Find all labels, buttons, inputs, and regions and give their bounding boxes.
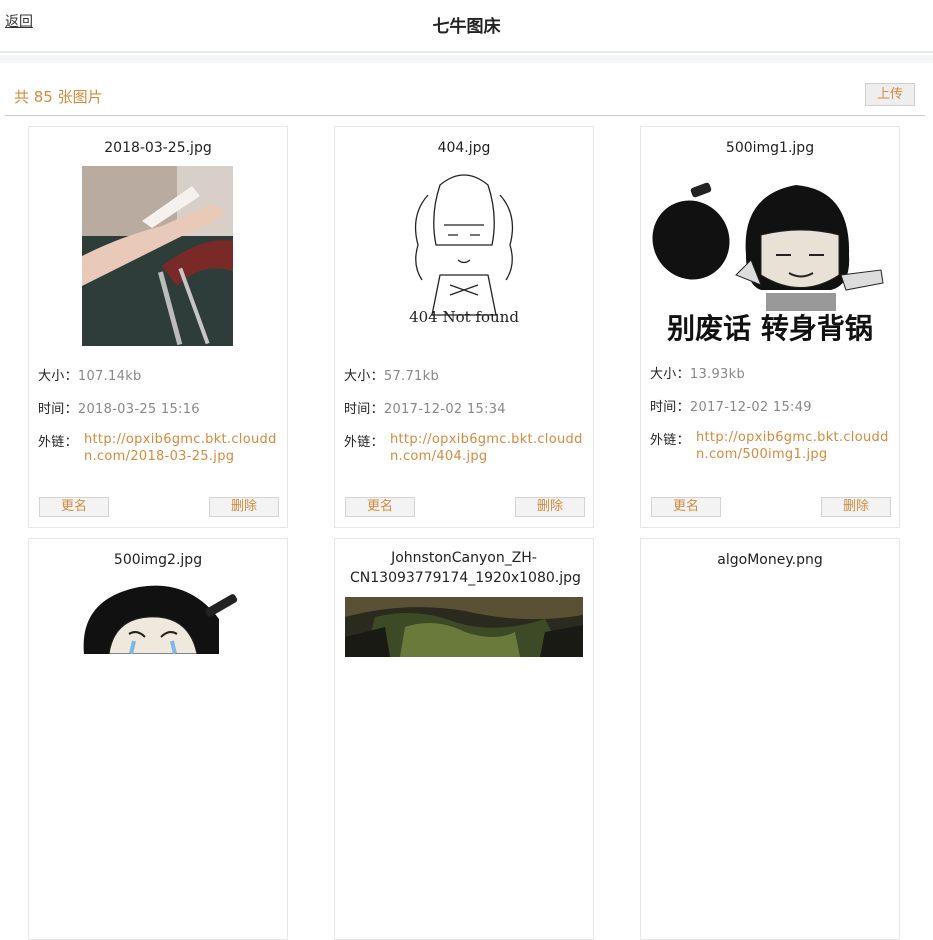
image-card: 404.jpg 404 Not found 大小：57.71kb 时间：2017… xyxy=(334,126,594,528)
image-card: algoMoney.png xyxy=(640,538,900,940)
time-label: 时间： xyxy=(38,402,78,417)
link-row: 外链： http://opxib6gmc.bkt.clouddn.com/500i… xyxy=(650,429,895,462)
image-filename: 404.jpg xyxy=(437,140,491,156)
link-label: 外链： xyxy=(38,435,78,450)
size-row: 大小：13.93kb xyxy=(650,363,745,382)
time-value: 2017-12-02 15:49 xyxy=(689,400,812,415)
image-card: 2018-03-25.jpg 大小：107.14kb 时间：2018-03-25… xyxy=(28,126,288,528)
external-link[interactable]: http://opxib6gmc.bkt.clouddn.com/404.jpg xyxy=(390,431,586,465)
time-value: 2018-03-25 15:16 xyxy=(77,402,200,417)
image-count: 共 85 张图片 xyxy=(14,88,103,106)
size-row: 大小：57.71kb xyxy=(344,365,439,384)
divider xyxy=(0,55,933,63)
top-bar: 返回 七牛图床 xyxy=(0,0,933,53)
image-filename: JohnstonCanyon_ZH-CN13093779174_1920x108… xyxy=(350,550,581,586)
size-value: 57.71kb xyxy=(383,369,440,384)
image-filename: 500img1.jpg xyxy=(725,140,815,156)
image-thumbnail[interactable] xyxy=(82,166,233,346)
size-value: 107.14kb xyxy=(77,369,142,384)
thumbnail-caption: 别废话 转身背锅 xyxy=(667,312,873,345)
thumbnail-caption: 404 Not found xyxy=(409,308,519,326)
link-label: 外链： xyxy=(650,433,690,448)
image-thumbnail[interactable]: 404 Not found xyxy=(400,165,528,337)
image-card: JohnstonCanyon_ZH-CN13093779174_1920x108… xyxy=(334,538,594,940)
link-label: 外链： xyxy=(344,435,384,450)
time-label: 时间： xyxy=(650,400,690,415)
rename-button[interactable]: 更名 xyxy=(345,497,415,517)
size-label: 大小： xyxy=(38,369,78,384)
link-row: 外链： http://opxib6gmc.bkt.clouddn.com/404.… xyxy=(344,431,589,464)
size-row: 大小：107.14kb xyxy=(38,365,142,384)
time-row: 时间：2017-12-02 15:34 xyxy=(344,398,506,417)
gallery-toolbar: 共 85 张图片 上传 xyxy=(5,63,925,116)
time-label: 时间： xyxy=(344,402,384,417)
image-filename: algoMoney.png xyxy=(717,552,823,568)
image-card: 500img2.jpg xyxy=(28,538,288,940)
time-value: 2017-12-02 15:34 xyxy=(383,402,506,417)
image-thumbnail[interactable] xyxy=(79,579,249,654)
image-filename: 500img2.jpg xyxy=(113,552,203,568)
image-thumbnail[interactable]: 别废话 转身背锅 xyxy=(651,165,889,347)
size-label: 大小： xyxy=(650,367,690,382)
upload-button[interactable]: 上传 xyxy=(865,83,915,106)
delete-button[interactable]: 删除 xyxy=(515,497,585,517)
external-link[interactable]: http://opxib6gmc.bkt.clouddn.com/500img1… xyxy=(696,429,892,463)
time-row: 时间：2017-12-02 15:49 xyxy=(650,396,812,415)
external-link[interactable]: http://opxib6gmc.bkt.clouddn.com/2018-03… xyxy=(84,431,280,465)
size-label: 大小： xyxy=(344,369,384,384)
time-row: 时间：2018-03-25 15:16 xyxy=(38,398,200,417)
link-row: 外链： http://opxib6gmc.bkt.clouddn.com/2018… xyxy=(38,431,283,464)
size-value: 13.93kb xyxy=(689,367,746,382)
image-thumbnail[interactable] xyxy=(345,597,583,657)
delete-button[interactable]: 删除 xyxy=(821,497,891,517)
page-title: 七牛图床 xyxy=(432,17,501,37)
delete-button[interactable]: 删除 xyxy=(209,497,279,517)
image-card: 500img1.jpg 别废话 转身背锅 大小：13.93kb 时间：2017-… xyxy=(640,126,900,528)
rename-button[interactable]: 更名 xyxy=(651,497,721,517)
image-filename: 2018-03-25.jpg xyxy=(104,140,212,156)
rename-button[interactable]: 更名 xyxy=(39,497,109,517)
